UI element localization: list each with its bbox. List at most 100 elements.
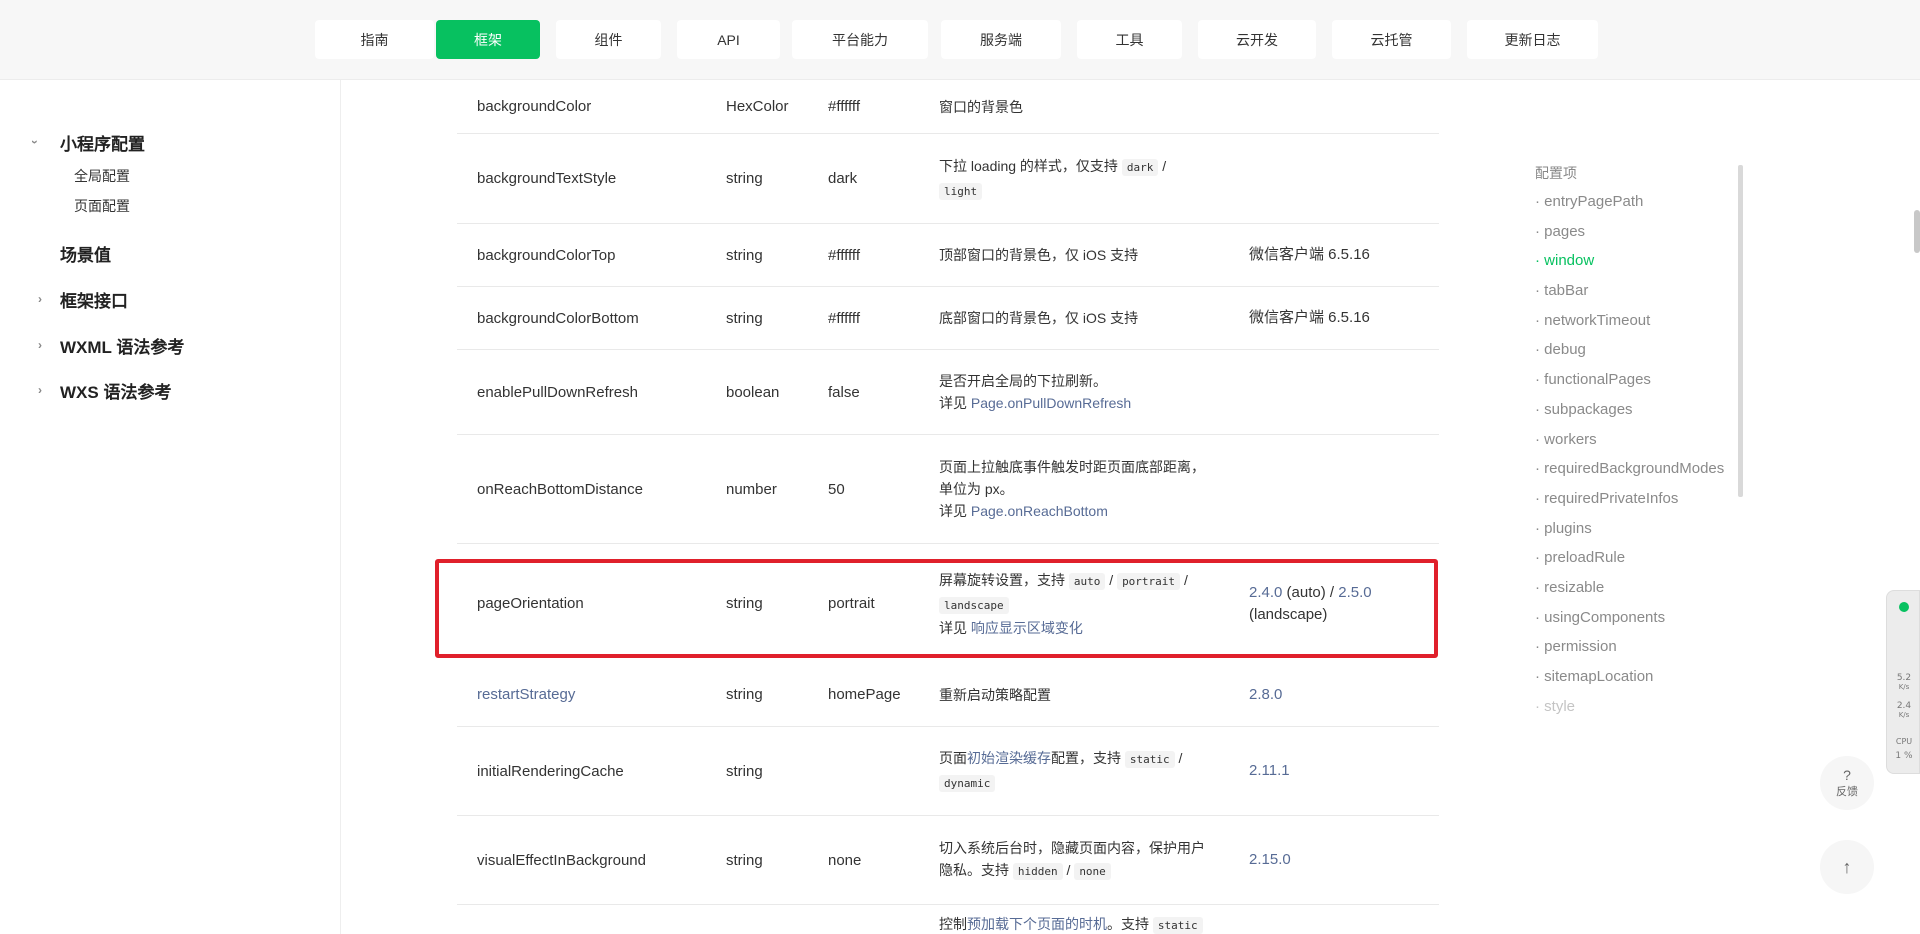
nav-changelog[interactable]: 更新日志 [1467,20,1598,59]
prop-type: string [726,762,763,780]
code-landscape: landscape [939,596,1009,614]
nav-server[interactable]: 服务端 [941,20,1061,59]
separator: / [1178,750,1183,766]
download-unit: K/s [1898,711,1910,719]
prop-desc: 窗口的背景色 [939,98,1023,115]
link-version-240[interactable]: 2.4.0 [1249,584,1282,601]
link-initial-rendering-cache[interactable]: 初始渲染缓存 [967,750,1051,766]
prop-name: backgroundColorBottom [477,309,639,327]
prop-version: 微信客户端 6.5.16 [1249,309,1370,326]
toc-item-entrypagepath[interactable]: · entryPagePath [1535,187,1735,217]
link-on-reach-bottom[interactable]: Page.onReachBottom [971,503,1108,519]
prop-desc: 底部窗口的背景色，仅 iOS 支持 [939,310,1139,326]
separator: / [1162,157,1167,174]
prop-desc: 是否开启全局的下拉刷新。 详见 Page.onPullDownRefresh [939,350,1229,434]
link-version[interactable]: 2.11.1 [1249,727,1419,815]
desc-text: 控制 [939,916,967,932]
code-static: static [1152,917,1203,934]
prop-name-link[interactable]: restartStrategy [477,663,722,726]
toc-item-functionalpages[interactable]: · functionalPages [1535,365,1735,395]
separator: / [1066,862,1071,878]
prop-desc: 下拉 loading 的样式，仅支持 dark / light [939,134,1229,223]
nav-cloud-hosting[interactable]: 云托管 [1332,20,1451,59]
sidebar-item-label: 小程序配置 [60,134,145,154]
link-version[interactable]: 2.15.0 [1249,816,1419,904]
link-version-250[interactable]: 2.5.0 [1338,584,1371,601]
prop-name: onReachBottomDistance [477,480,643,498]
toc-item-style[interactable]: · style [1535,692,1735,722]
table-row: backgroundTextStyle string dark 下拉 loadi… [457,134,1439,224]
toc-item-sitemaplocation[interactable]: · sitemapLocation [1535,662,1735,692]
link-on-pull-down-refresh[interactable]: Page.onPullDownRefresh [971,395,1131,411]
sidebar-item-scene-values[interactable]: 场景值 [60,241,111,265]
sidebar-item-page-config[interactable]: 页面配置 [74,196,130,216]
toc-scrollbar[interactable] [1738,165,1743,497]
prop-desc: 屏幕旋转设置，支持 auto / portrait / landscape 详见… [939,544,1229,663]
sidebar-item-global-config[interactable]: 全局配置 [74,166,130,186]
table-of-contents: 配置项 · entryPagePath · pages · window · tabB… [1535,163,1735,721]
nav-tools[interactable]: 工具 [1077,20,1182,59]
nav-api[interactable]: API [677,20,780,59]
prop-type: string [726,851,763,869]
nav-components[interactable]: 组件 [556,20,661,59]
prop-desc: 顶部窗口的背景色，仅 iOS 支持 [939,247,1139,263]
nav-guide[interactable]: 指南 [315,20,434,59]
prop-desc: 页面上拉触底事件触发时距页面底部距离， 单位为 px。 详见 Page.onRe… [939,435,1229,543]
prop-default: portrait [828,595,875,612]
toc-item-networktimeout[interactable]: · networkTimeout [1535,306,1735,336]
desc-text: 是否开启全局的下拉刷新。 [939,373,1107,389]
prop-name: pageOrientation [477,595,584,612]
desc-text: 屏幕旋转设置，支持 [939,571,1065,588]
link-version[interactable]: 2.8.0 [1249,663,1419,726]
page-scrollbar[interactable] [1914,210,1920,253]
toc-item-usingcomponents[interactable]: · usingComponents [1535,603,1735,633]
toc-item-workers[interactable]: · workers [1535,425,1735,455]
toc-item-permission[interactable]: · permission [1535,632,1735,662]
code-none: none [1074,863,1111,880]
prop-type: string [726,246,763,264]
prop-desc: 控制预加载下个页面的时机。支持 static [939,905,1229,934]
prop-type: string [726,595,763,612]
toc-item-pages[interactable]: · pages [1535,217,1735,247]
table-row: backgroundColorBottom string #ffffff 底部窗… [457,287,1439,350]
toc-item-debug[interactable]: · debug [1535,335,1735,365]
toc-item-requiredbackgroundmodes[interactable]: · requiredBackgroundModes [1535,454,1735,484]
nav-framework[interactable]: 框架 [436,20,540,59]
network-monitor-widget[interactable]: 5.2 K/s 2.4 K/s CPU 1 % [1886,590,1920,774]
table-row: visualEffectInBackground string none 切入系… [457,816,1439,905]
code-light: light [939,182,983,200]
prop-type: string [726,170,763,187]
nav-cloud-dev[interactable]: 云开发 [1198,20,1316,59]
nav-platform[interactable]: 平台能力 [792,20,928,59]
prop-type: number [726,480,777,498]
prop-desc: 切入系统后台时，隐藏页面内容，保护用户 隐私。支持 hidden / none [939,816,1229,904]
version-note: (landscape) [1249,605,1328,623]
prop-type: HexColor [726,98,789,115]
desc-text: 配置，支持 [1051,750,1121,766]
status-dot-icon [1899,602,1909,612]
sidebar-item-wxml-reference[interactable]: › WXML 语法参考 [38,333,184,357]
prop-desc: 重新启动策略配置 [939,686,1051,703]
toc-item-window[interactable]: · window [1535,246,1735,276]
back-to-top-button[interactable]: ↑ [1820,840,1874,894]
toc-item-tabbar[interactable]: · tabBar [1535,276,1735,306]
toc-item-resizable[interactable]: · resizable [1535,573,1735,603]
feedback-button[interactable]: ? 反馈 [1820,756,1874,810]
prop-desc: 页面初始渲染缓存配置，支持 static / dynamic [939,727,1229,815]
question-icon: ? [1843,767,1851,783]
toc-item-plugins[interactable]: · plugins [1535,514,1735,544]
link-preload-timing[interactable]: 预加载下个页面的时机 [967,916,1107,932]
link-display-area-change[interactable]: 响应显示区域变化 [971,620,1083,636]
prop-name: backgroundColorTop [477,246,616,264]
toc-item-preloadrule[interactable]: · preloadRule [1535,543,1735,573]
sidebar: › 小程序配置 全局配置 页面配置 场景值 › 框架接口 › WXML 语法参考… [0,80,341,934]
toc-item-requiredprivateinfos[interactable]: · requiredPrivateInfos [1535,484,1735,514]
table-row: backgroundColor HexColor #ffffff 窗口的背景色 [457,80,1439,134]
code-portrait: portrait [1117,572,1181,590]
sidebar-item-framework-interface[interactable]: › 框架接口 [38,287,128,311]
toc-item-subpackages[interactable]: · subpackages [1535,395,1735,425]
sidebar-item-miniprogram-config[interactable]: › 小程序配置 [28,130,145,154]
sidebar-item-wxs-reference[interactable]: › WXS 语法参考 [38,378,171,402]
arrow-up-icon: ↑ [1842,856,1852,877]
prop-name: visualEffectInBackground [477,851,646,869]
